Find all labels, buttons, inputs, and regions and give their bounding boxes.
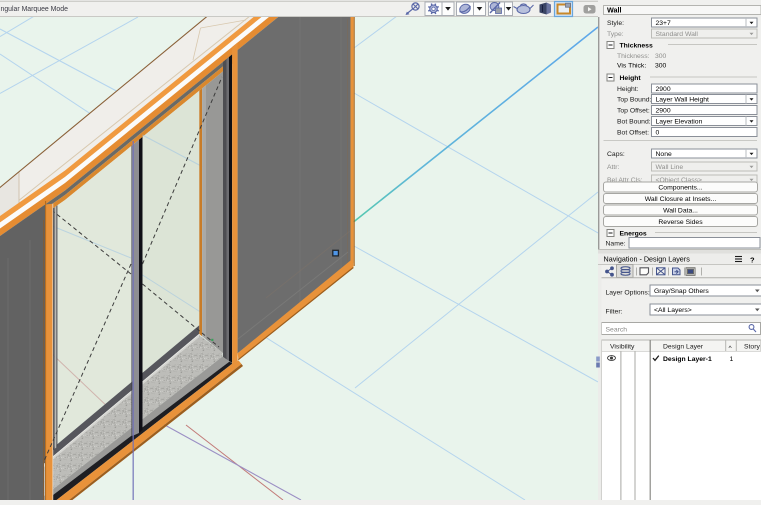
svg-text:Vis Thick:: Vis Thick: (617, 63, 646, 70)
svg-text:ngular Marquee Mode: ngular Marquee Mode (1, 6, 69, 13)
svg-text:Gray/Snap Others: Gray/Snap Others (654, 288, 709, 295)
svg-text:2900: 2900 (656, 86, 671, 93)
svg-text:Wall Line: Wall Line (656, 164, 684, 171)
svg-text:Name:: Name: (606, 240, 626, 247)
svg-text:?: ? (750, 255, 755, 264)
svg-text:Caps:: Caps: (607, 151, 625, 158)
svg-text:Wall Data...: Wall Data... (663, 207, 698, 214)
svg-text:None: None (656, 151, 672, 158)
svg-text:Visibility: Visibility (610, 343, 635, 350)
svg-text:23+7: 23+7 (656, 20, 672, 27)
svg-text:Bot Bound:: Bot Bound: (617, 119, 651, 126)
svg-text:Attr:: Attr: (607, 164, 620, 171)
svg-text:Top Offset:: Top Offset: (617, 108, 650, 115)
svg-text:Search: Search (606, 326, 628, 333)
svg-text:Height:: Height: (617, 86, 639, 93)
svg-text:0: 0 (656, 130, 660, 137)
svg-text:Story: Story (744, 343, 760, 350)
svg-text:Wall: Wall (607, 6, 622, 15)
svg-text:300: 300 (655, 63, 667, 70)
svg-text:Reverse Sides: Reverse Sides (658, 219, 703, 226)
svg-text:Bot Offset:: Bot Offset: (617, 130, 649, 137)
svg-text:Filter:: Filter: (606, 308, 623, 315)
svg-text:Top Bound:: Top Bound: (617, 97, 652, 104)
svg-text:1: 1 (730, 356, 734, 363)
svg-text:<All Layers>: <All Layers> (654, 307, 692, 314)
svg-text:Energos: Energos (620, 231, 647, 238)
svg-text:300: 300 (655, 53, 667, 60)
svg-text:Layer Wall Height: Layer Wall Height (656, 97, 710, 104)
svg-text:Design Layer: Design Layer (663, 343, 704, 350)
svg-text:2900: 2900 (656, 108, 671, 115)
svg-text:Style:: Style: (607, 20, 624, 27)
svg-text:Thickness: Thickness (620, 43, 653, 50)
svg-text:Design Layer-1: Design Layer-1 (663, 356, 712, 363)
svg-text:Layer Options:: Layer Options: (606, 289, 650, 296)
svg-text:Wall Closure at Insets...: Wall Closure at Insets... (645, 196, 717, 203)
svg-text:Navigation - Design Layers: Navigation - Design Layers (604, 255, 691, 264)
svg-text:Type:: Type: (607, 31, 624, 38)
svg-text:Thickness:: Thickness: (617, 53, 650, 60)
svg-text:Standard Wall: Standard Wall (656, 31, 699, 38)
svg-text:Height: Height (620, 75, 642, 82)
svg-text:Layer Elevation: Layer Elevation (656, 119, 703, 126)
svg-text:Components...: Components... (658, 184, 702, 191)
